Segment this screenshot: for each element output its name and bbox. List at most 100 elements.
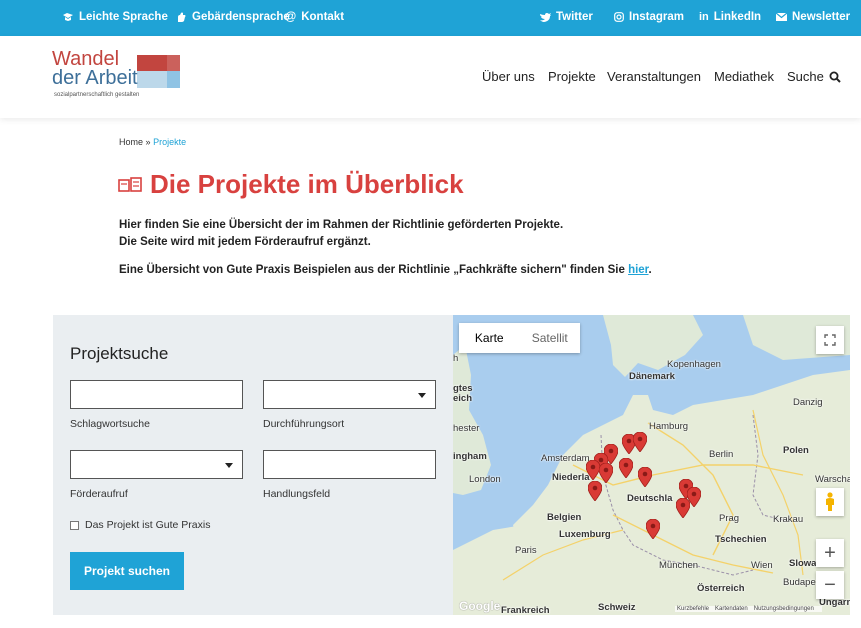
- twitter-link[interactable]: Twitter: [540, 11, 593, 23]
- map-label-amsterdam: Amsterdam: [541, 453, 590, 464]
- map-label-wien: Wien: [751, 560, 773, 571]
- page-title: Die Projekte im Überblick: [150, 169, 464, 199]
- gute-praxis-label: Das Projekt ist Gute Praxis: [85, 519, 211, 531]
- zoom-out-button[interactable]: −: [816, 571, 844, 599]
- map-pin-icon[interactable]: [646, 519, 660, 539]
- map-label-berlin: Berlin: [709, 449, 734, 460]
- map-label-luxemburg: Luxemburg: [559, 529, 611, 540]
- google-logo[interactable]: Google: [459, 599, 500, 613]
- kontakt-link[interactable]: @ Kontakt: [285, 11, 344, 23]
- map-label-warschau: Warscha: [815, 474, 850, 485]
- map-base: [453, 315, 850, 615]
- map-pin-icon[interactable]: [676, 498, 690, 518]
- schlagwort-input[interactable]: [70, 380, 243, 409]
- project-search-panel: Projektsuche Schlagwortsuche Durchführun…: [53, 315, 453, 615]
- tab-satellit[interactable]: Satellit: [520, 323, 581, 353]
- durchfuehrungsort-select[interactable]: [263, 380, 436, 409]
- nav-item-mediathek[interactable]: Mediathek: [714, 69, 774, 84]
- map-label-schweiz: Schweiz: [598, 602, 636, 613]
- map-type-tabs: Karte Satellit: [459, 323, 580, 353]
- nav-item-veranstaltungen[interactable]: Veranstaltungen: [607, 69, 701, 84]
- durchfuehrungsort-label: Durchführungsort: [263, 418, 345, 430]
- map-attribution: Kurzbefehle Kartendaten Nutzungsbedingunge…: [675, 606, 822, 612]
- easy-language-icon: [63, 13, 73, 21]
- map-pin-icon[interactable]: [588, 481, 602, 501]
- intro-line-2: Die Seite wird mit jedem Förderaufruf er…: [119, 236, 371, 248]
- handlungsfeld-label: Handlungsfeld: [263, 488, 331, 500]
- attribution-nutzungsbedingungen[interactable]: Nutzungsbedingungen: [754, 606, 814, 612]
- chevron-down-icon: [418, 393, 426, 398]
- breadcrumb-home[interactable]: Home: [119, 137, 143, 147]
- intro-line-3-text: Eine Übersicht von Gute Praxis Beispiele…: [119, 264, 629, 276]
- at-icon: @: [285, 11, 297, 23]
- page-title-row: Die Projekte im Überblick: [118, 169, 464, 200]
- map-label-belgien: Belgien: [547, 512, 582, 523]
- logo-tagline: sozialpartnerschaftlich gestalten: [54, 92, 140, 98]
- intro-line-1: Hier finden Sie eine Übersicht der im Ra…: [119, 219, 564, 231]
- map-label-kopenhagen: Kopenhagen: [667, 359, 721, 370]
- map-label-daenemark: Dänemark: [629, 371, 675, 382]
- breadcrumb-current: Projekte: [153, 137, 187, 147]
- map-label-eich: eich: [453, 393, 473, 404]
- map-label-budapest: Budape: [783, 577, 816, 588]
- chevron-down-icon: [225, 463, 233, 468]
- map-label-slowakei: Slowa: [789, 558, 817, 569]
- intro-line-3-end: .: [648, 264, 652, 276]
- linkedin-icon: in: [699, 11, 709, 23]
- gute-praxis-link[interactable]: hier: [628, 264, 648, 276]
- map-label-ingham: ingham: [453, 451, 487, 462]
- project-map[interactable]: Karte Satellit Kopenhagen Dänemark Danzi…: [453, 315, 850, 615]
- map-label-hester: hester: [453, 423, 480, 434]
- instagram-icon: [614, 12, 624, 22]
- map-pin-icon[interactable]: [638, 467, 652, 487]
- logo-square-red: [137, 55, 167, 71]
- nav-item-ueber-uns[interactable]: Über uns: [482, 69, 535, 84]
- map-pin-icon[interactable]: [619, 458, 633, 478]
- map-label-muenchen: München: [659, 560, 699, 571]
- twitter-label: Twitter: [556, 11, 593, 23]
- map-label-hamburg: Hamburg: [649, 421, 689, 432]
- foerderaufruf-select[interactable]: [70, 450, 243, 479]
- instagram-label: Instagram: [629, 11, 684, 23]
- map-label-krakau: Krakau: [773, 514, 804, 525]
- nav-item-suche[interactable]: Suche: [787, 69, 824, 84]
- kontakt-label: Kontakt: [301, 11, 345, 23]
- breadcrumb: Home » Projekte: [119, 137, 186, 147]
- map-label-paris: Paris: [515, 545, 537, 556]
- map-pin-icon[interactable]: [599, 463, 613, 483]
- attribution-kartendaten[interactable]: Kartendaten: [715, 606, 748, 612]
- gebaerdensprache-label: Gebärdensprache: [192, 11, 290, 23]
- map-pin-icon[interactable]: [586, 460, 600, 480]
- map-label-london: London: [469, 474, 501, 485]
- newsletter-label: Newsletter: [792, 11, 851, 23]
- map-label-frankreich: Frankreich: [501, 605, 550, 615]
- gebaerdensprache-link[interactable]: Gebärdensprache: [176, 11, 290, 23]
- schlagwort-label: Schlagwortsuche: [70, 418, 150, 430]
- street-view-button[interactable]: [816, 488, 844, 516]
- leichte-sprache-link[interactable]: Leichte Sprache: [62, 11, 168, 23]
- search-icon[interactable]: [829, 71, 841, 83]
- attribution-kurzbefehle[interactable]: Kurzbefehle: [677, 606, 709, 612]
- breadcrumb-separator: »: [145, 137, 151, 147]
- fullscreen-icon: [824, 334, 836, 346]
- map-label-niederlande: Niederla: [552, 472, 590, 483]
- site-logo[interactable]: Wandel der Arbeit sozialpartnerschaftlic…: [52, 49, 192, 105]
- map-label-oesterreich: Österreich: [697, 583, 745, 594]
- top-bar: Leichte Sprache Gebärdensprache @ Kontak…: [0, 0, 861, 36]
- zoom-in-button[interactable]: +: [816, 539, 844, 567]
- map-pin-icon[interactable]: [633, 432, 647, 452]
- projekt-suchen-button[interactable]: Projekt suchen: [70, 552, 184, 590]
- map-label-prag: Prag: [719, 513, 740, 524]
- handlungsfeld-input[interactable]: [263, 450, 436, 479]
- map-label-polen: Polen: [783, 445, 809, 456]
- nav-item-projekte[interactable]: Projekte: [548, 69, 596, 84]
- gute-praxis-checkbox[interactable]: [70, 521, 79, 530]
- map-label-tschechien: Tschechien: [715, 534, 767, 545]
- tab-karte[interactable]: Karte: [459, 323, 520, 353]
- instagram-link[interactable]: Instagram: [614, 11, 684, 23]
- newsletter-link[interactable]: Newsletter: [776, 11, 850, 23]
- linkedin-link[interactable]: in LinkedIn: [699, 11, 761, 23]
- fullscreen-button[interactable]: [816, 326, 844, 354]
- projects-icon: [118, 176, 142, 192]
- map-label-danzig: Danzig: [793, 397, 823, 408]
